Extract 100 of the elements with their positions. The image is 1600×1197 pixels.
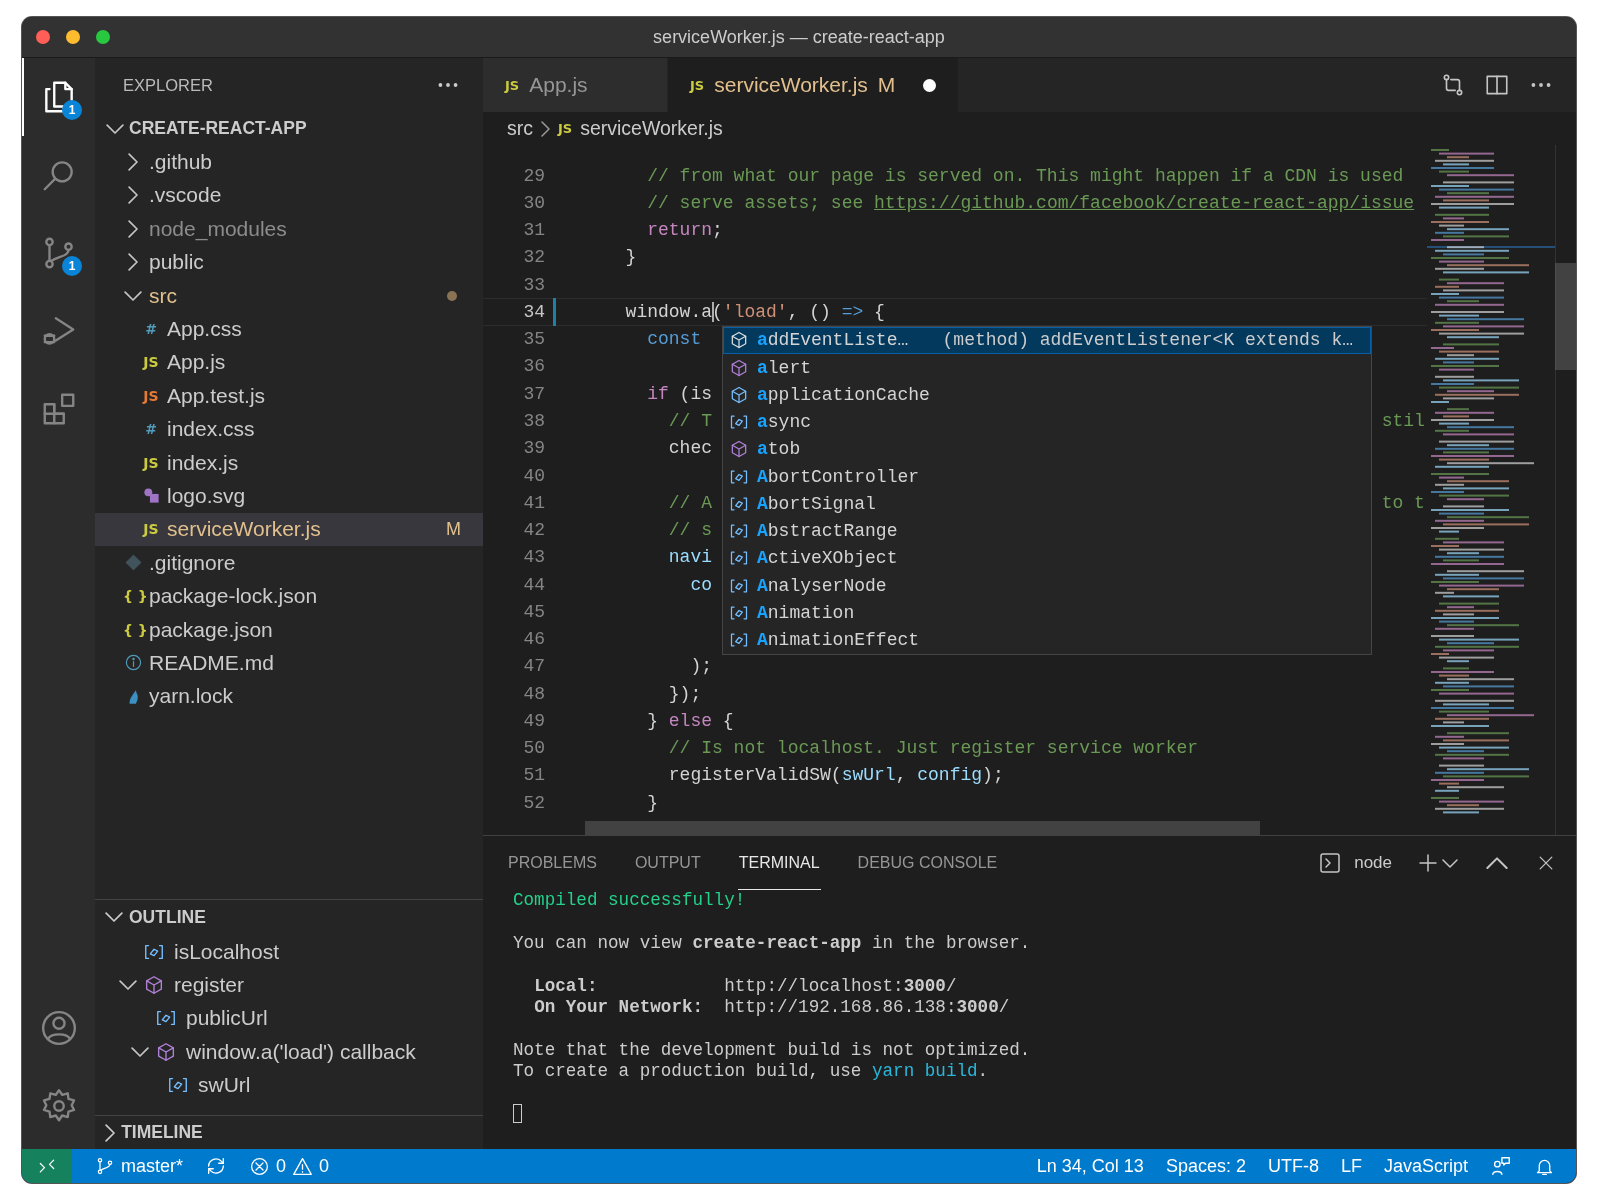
terminal-icon[interactable] [1318,851,1343,875]
activity-tab[interactable]: 1 [22,58,95,136]
file-name: .vscode [149,183,222,208]
chevron-right-icon [127,219,139,238]
file-tree-item[interactable]: .github [95,145,483,179]
panel-tab[interactable]: TERMINAL [737,836,821,890]
status-item[interactable]: Ln 34, Col 13 [1025,1149,1155,1183]
window-control-button[interactable] [36,30,50,44]
status-item[interactable]: LF [1329,1149,1373,1183]
code-link[interactable]: https://github.com/facebook/create-react-app/issue [874,192,1415,213]
suggestion-item[interactable]: addEventListe… (method) addEventListener<K extends k… [723,326,1371,354]
chevron-down-icon[interactable] [1442,858,1458,868]
terminal-name[interactable]: node [1354,853,1392,873]
sync-icon[interactable] [205,1155,227,1177]
status-item[interactable]: UTF-8 [1256,1149,1330,1183]
file-tree-item[interactable]: { }package.json [95,612,483,647]
line-number: 52 [522,792,545,813]
code-text: // Is not localhost. Just register service worker [667,738,1199,759]
outline-item[interactable]: register [95,968,483,1002]
feedback-icon[interactable] [1490,1155,1512,1177]
outline-item[interactable]: window.a('load') callback [95,1035,483,1069]
line-number: 38 [522,411,545,431]
status-item[interactable]: JavaScript [1372,1149,1479,1183]
plus-icon[interactable] [1416,851,1440,875]
file-tree-item[interactable]: JS index.js [95,445,483,480]
chevron-down-icon [106,123,124,134]
branch-button[interactable]: master* [84,1149,194,1183]
panel-tab[interactable]: DEBUG CONSOLE [856,836,999,890]
file-tree-item[interactable]: yarn.lock [95,679,483,714]
file-tree-item[interactable]: src [95,278,483,313]
diamond-icon [123,553,143,573]
panel-tab[interactable]: PROBLEMS [507,836,598,890]
file-name: package.json [149,617,273,642]
status-item[interactable]: Spaces: 2 [1154,1149,1257,1183]
file-tree-item[interactable]: { }package-lock.json [95,579,483,613]
file-tree-item[interactable]: # index.css [95,412,483,446]
outline-item[interactable]: swUrl [95,1068,483,1102]
code-text: } [646,792,658,813]
breadcrumb-item[interactable]: serviceWorker.js [580,117,723,140]
suggestion-item[interactable]: Animation [723,599,1371,627]
suggestion-item[interactable]: AbortSignal [723,490,1371,518]
file-tree-item[interactable]: JS App.js [95,345,483,380]
file-tree-item[interactable]: # App.css [95,312,483,346]
chevron-up-icon[interactable] [1486,856,1508,870]
file-tree-item[interactable]: public [95,245,483,279]
suggestion-item[interactable]: alert [723,353,1371,382]
outline-item[interactable]: publicUrl [95,1001,483,1036]
file-tree-item[interactable]: CREATE-REACT-APP [95,112,483,146]
file-name: serviceWorker.js [167,517,321,542]
hash-icon: # [141,421,161,438]
scrollbar-thumb[interactable] [1555,263,1576,370]
suggestion-item[interactable]: applicationCache [723,381,1371,409]
problems-button[interactable]: 0 0 [238,1149,341,1183]
js-icon: JS [141,354,161,371]
account-icon[interactable] [39,1009,78,1047]
code-text: return; [646,220,723,241]
suggestion-item[interactable]: async [723,408,1371,436]
chevron-down-icon [124,290,142,301]
panel-tab[interactable]: OUTPUT [633,836,702,890]
terminal-line: You can now view create-react-app in the browser. [513,932,1032,955]
chevron-down-icon [119,980,137,991]
code-text: navi [667,547,713,568]
editor-tab[interactable]: JS serviceWorker.js M [668,58,960,112]
file-tree-item[interactable]: README.md [95,646,483,680]
git-status-letter: M [446,518,461,540]
terminal-line: Note that the development build is not optimized. [513,1039,1032,1062]
branch-icon [95,1156,115,1176]
file-tree-item[interactable]: node_modules [95,212,483,246]
file-tree-item[interactable]: logo.svg [95,479,483,513]
line-number: 34 [522,301,545,322]
file-name: node_modules [149,216,287,241]
suggestion-item[interactable]: AbstractRange [723,517,1371,545]
breadcrumb-item[interactable]: src [507,117,533,140]
suggestion-item[interactable]: ActiveXObject [723,544,1371,573]
window-control-button[interactable] [66,30,80,44]
file-tree-item[interactable]: JS serviceWorker.js M [95,512,483,547]
cube-icon [729,357,749,378]
terminal-line: Local: http://localhost:3000/ [533,975,958,997]
file-tree-item[interactable]: .vscode [95,178,483,213]
window-control-button[interactable] [96,30,110,44]
terminal-cursor [513,1103,522,1123]
hash-icon: # [141,321,161,338]
section-header[interactable]: OUTLINE [95,900,483,935]
code-text: co [689,574,713,595]
suggestion-item[interactable]: AnalyserNode [723,572,1371,600]
code-text: // serve assets; see https://github.com/facebook/create-react-app/issue [646,192,1415,213]
suggestion-item[interactable]: atob [723,435,1371,463]
js-icon: JS [141,454,161,471]
section-header[interactable]: TIMELINE [95,1116,483,1149]
activity-tab[interactable]: 1 [22,214,95,292]
suggestion-item[interactable]: AbortController [723,463,1371,491]
editor-tab[interactable]: JS App.js [483,58,668,112]
code-text: }); [667,683,702,704]
file-name: App.js [167,350,226,375]
suggestion-item[interactable]: AnimationEffect [723,626,1371,654]
outline-item[interactable]: isLocalhost [95,935,483,969]
file-tree-item[interactable]: .gitignore [95,546,483,580]
file-tree-item[interactable]: JS App.test.js [95,379,483,413]
line-number: 45 [522,601,545,622]
line-number: 49 [522,710,545,731]
